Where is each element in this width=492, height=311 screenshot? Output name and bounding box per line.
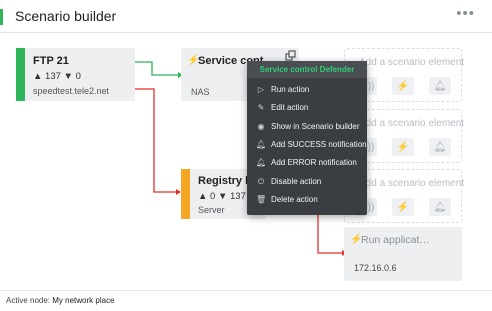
menu-item-label: Edit action xyxy=(271,103,309,112)
node-title: Run applicat… xyxy=(361,234,430,246)
placeholder-label: Add a scenario element xyxy=(359,178,465,189)
node-status-bar xyxy=(181,169,190,219)
node-host: Server xyxy=(198,205,225,215)
trash-icon: 🗑︎ xyxy=(256,195,267,204)
menu-item-show-in-builder[interactable]: ◉ Show in Scenario builder xyxy=(247,119,367,137)
error-wire-registry-run xyxy=(317,213,342,254)
success-wire xyxy=(135,61,178,76)
eye-icon: ◉ xyxy=(257,122,265,131)
menu-item-label: Add ERROR notification xyxy=(271,158,357,167)
node-stats: ▲ 137 ▼ 0 xyxy=(33,71,81,82)
menu-item-label: Add SUCCESS notification xyxy=(271,140,367,149)
header-accent xyxy=(0,9,3,25)
play-icon: ▷ xyxy=(257,85,265,94)
bell-icon: 🔔︎ xyxy=(256,140,267,149)
menu-item-run-action[interactable]: ▷ Run action xyxy=(247,82,367,100)
node-host: NAS xyxy=(191,87,210,97)
active-node-value: My network place xyxy=(52,296,115,305)
placeholder-label: Add a scenario element xyxy=(359,118,465,129)
header-bar: Scenario builder ••• xyxy=(0,0,492,33)
page-title: Scenario builder xyxy=(15,8,117,24)
menu-item-label: Delete action xyxy=(271,195,318,204)
context-menu: Service control Defender ▷ Run action ✎ … xyxy=(247,61,367,215)
context-menu-header: Service control Defender xyxy=(247,61,367,78)
footer-label: Active node: xyxy=(6,296,51,305)
bell-icon: 🔔︎ xyxy=(256,158,267,167)
node-host: 172.16.0.6 xyxy=(354,263,397,273)
placeholder-label: Add a scenario element xyxy=(359,57,465,68)
menu-item-add-error-notification[interactable]: 🔔︎ Add ERROR notification xyxy=(247,155,367,173)
bell-icon[interactable]: 🔔︎ xyxy=(429,138,451,156)
menu-item-delete-action[interactable]: 🗑︎ Delete action xyxy=(247,192,367,210)
node-host: speedtest.tele2.net xyxy=(33,86,110,96)
lightning-icon[interactable]: ⚡ xyxy=(392,77,414,95)
scenario-canvas: FTP 21 ▲ 137 ▼ 0 speedtest.tele2.net ⚡ S… xyxy=(0,33,492,290)
menu-item-add-success-notification[interactable]: 🔔︎ Add SUCCESS notification xyxy=(247,137,367,155)
status-bar: Active node: My network place xyxy=(0,290,492,311)
menu-item-label: Show in Scenario builder xyxy=(271,122,360,131)
bell-icon[interactable]: 🔔︎ xyxy=(429,198,451,216)
menu-item-label: Run action xyxy=(271,85,310,94)
node-stats: ▲ 0 ▼ 137 xyxy=(198,191,246,202)
error-wire-ftp-registry xyxy=(135,88,176,193)
bell-icon[interactable]: 🔔︎ xyxy=(429,77,451,95)
menu-item-disable-action[interactable]: ⏻ Disable action xyxy=(247,174,367,192)
menu-item-edit-action[interactable]: ✎ Edit action xyxy=(247,100,367,118)
pencil-icon: ✎ xyxy=(257,103,265,112)
more-horizontal-icon[interactable]: ••• xyxy=(456,5,475,22)
menu-item-label: Disable action xyxy=(271,177,322,186)
power-icon: ⏻ xyxy=(257,177,265,186)
lightning-icon[interactable]: ⚡ xyxy=(392,198,414,216)
node-title: FTP 21 xyxy=(33,55,69,67)
node-status-bar xyxy=(16,48,25,101)
node-run-application[interactable]: ⚡ Run applicat… 172.16.0.6 xyxy=(344,227,462,281)
node-ftp[interactable]: FTP 21 ▲ 137 ▼ 0 speedtest.tele2.net xyxy=(16,48,135,101)
lightning-icon[interactable]: ⚡ xyxy=(392,138,414,156)
